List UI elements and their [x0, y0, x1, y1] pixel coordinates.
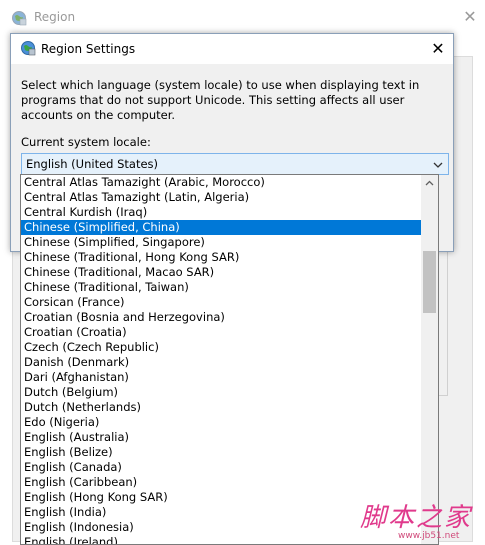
locale-option[interactable]: English (Australia) [21, 430, 421, 445]
dialog-titlebar: Region Settings ✕ [11, 34, 453, 64]
globe-icon [20, 40, 36, 56]
scrollbar-thumb[interactable] [423, 251, 436, 313]
locale-option[interactable]: Central Atlas Tamazight (Arabic, Morocco… [21, 175, 421, 190]
locale-option[interactable]: Croatian (Croatia) [21, 325, 421, 340]
locale-option[interactable]: Chinese (Traditional, Macao SAR) [21, 265, 421, 280]
system-locale-value: English (United States) [26, 157, 159, 171]
locale-option[interactable]: English (Canada) [21, 460, 421, 475]
dropdown-scrollbar[interactable] [421, 175, 438, 544]
region-window-title: Region [34, 10, 76, 24]
locale-option[interactable]: Dutch (Belgium) [21, 385, 421, 400]
chevron-up-icon[interactable] [421, 175, 438, 192]
watermark-url: www.jb51.net [398, 531, 460, 541]
region-close-icon[interactable]: ✕ [458, 6, 482, 28]
locale-option[interactable]: Edo (Nigeria) [21, 415, 421, 430]
locale-option[interactable]: Croatian (Bosnia and Herzegovina) [21, 310, 421, 325]
locale-option[interactable]: Dutch (Netherlands) [21, 400, 421, 415]
system-locale-select[interactable]: English (United States) [21, 153, 449, 175]
watermark-text: 脚本之家 [360, 503, 473, 533]
locale-dropdown-list[interactable]: Central Atlas Tamazight (Arabic, Morocco… [20, 174, 439, 545]
locale-options: Central Atlas Tamazight (Arabic, Morocco… [21, 175, 421, 544]
locale-option[interactable]: Dari (Afghanistan) [21, 370, 421, 385]
globe-icon [11, 10, 27, 26]
dialog-close-icon[interactable]: ✕ [425, 38, 451, 60]
site-watermark: 脚本之家 www.jb51.net [338, 497, 485, 545]
dialog-description: Select which language (system locale) to… [21, 78, 420, 122]
locale-option[interactable]: Czech (Czech Republic) [21, 340, 421, 355]
current-locale-label: Current system locale: [21, 135, 151, 149]
locale-option[interactable]: Central Kurdish (Iraq) [21, 205, 421, 220]
locale-option[interactable]: Chinese (Traditional, Taiwan) [21, 280, 421, 295]
region-window-titlebar: Region ✕ [0, 0, 485, 34]
chevron-down-icon [431, 158, 445, 172]
locale-option[interactable]: Danish (Denmark) [21, 355, 421, 370]
locale-option[interactable]: Chinese (Traditional, Hong Kong SAR) [21, 250, 421, 265]
locale-option[interactable]: Chinese (Simplified, Singapore) [21, 235, 421, 250]
locale-option[interactable]: Corsican (France) [21, 295, 421, 310]
locale-option[interactable]: English (Belize) [21, 445, 421, 460]
locale-option[interactable]: English (Caribbean) [21, 475, 421, 490]
locale-option[interactable]: Chinese (Simplified, China) [21, 220, 421, 235]
locale-option[interactable]: Central Atlas Tamazight (Latin, Algeria) [21, 190, 421, 205]
dialog-title: Region Settings [41, 42, 136, 56]
